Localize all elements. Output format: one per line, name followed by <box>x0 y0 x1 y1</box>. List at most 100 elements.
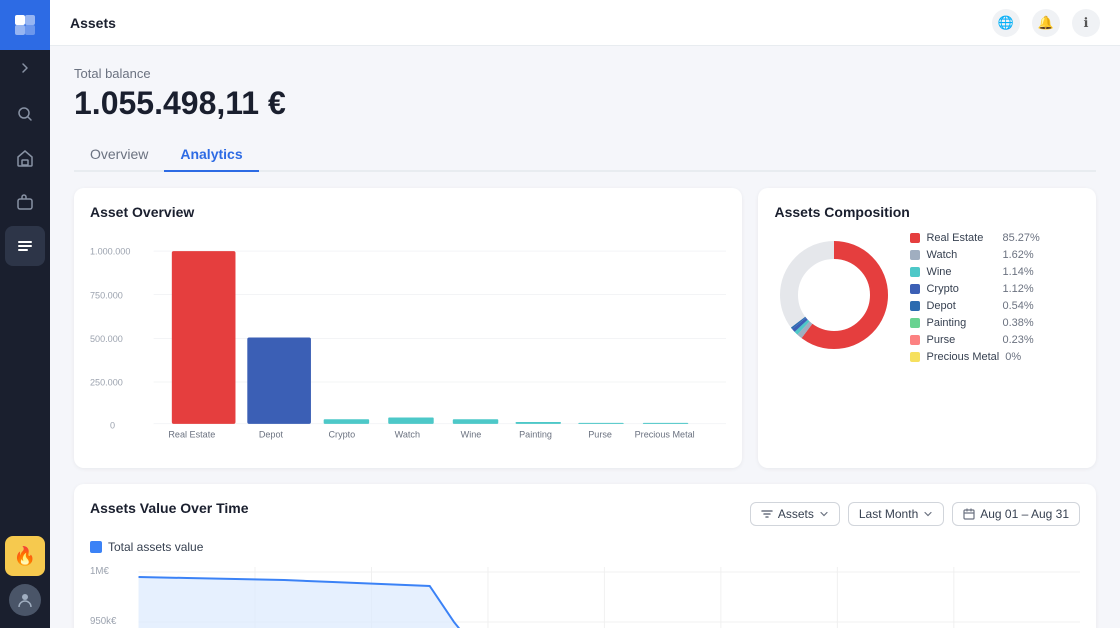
svg-text:250.000: 250.000 <box>90 378 123 388</box>
legend-label-depot: Depot <box>926 300 996 312</box>
date-range-label: Aug 01 – Aug 31 <box>980 507 1069 521</box>
legend-dot-watch <box>910 250 920 260</box>
svg-text:Watch: Watch <box>395 429 420 439</box>
legend-dot-crypto <box>910 284 920 294</box>
legend-pct-realestate: 85.27% <box>1002 232 1039 244</box>
svg-text:500.000: 500.000 <box>90 334 123 344</box>
legend-item-realestate: Real Estate 85.27% <box>910 232 1039 244</box>
legend-item-watch: Watch 1.62% <box>910 249 1039 261</box>
chevron-down-icon <box>819 509 829 519</box>
chart-legend: Total assets value <box>90 540 1080 554</box>
asset-overview-title: Asset Overview <box>90 204 726 220</box>
legend-item-precious-metal: Precious Metal 0% <box>910 351 1039 363</box>
svg-text:Wine: Wine <box>461 429 482 439</box>
legend-dot-painting <box>910 318 920 328</box>
donut-chart <box>774 235 894 360</box>
sidebar-bottom: 🔥 <box>5 536 45 628</box>
legend-item-depot: Depot 0.54% <box>910 300 1039 312</box>
legend-label-precious-metal: Precious Metal <box>926 351 999 363</box>
svg-text:1.000.000: 1.000.000 <box>90 247 130 257</box>
bar-chart-area: 1.000.000 750.000 500.000 250.000 0 <box>90 232 726 452</box>
page-title: Assets <box>70 15 116 31</box>
date-range-button[interactable]: Aug 01 – Aug 31 <box>952 502 1080 526</box>
sidebar-toggle[interactable] <box>0 50 50 86</box>
topbar: Assets 🌐 🔔 ℹ <box>50 0 1120 46</box>
svg-text:0: 0 <box>110 420 115 430</box>
legend-dot-purse <box>910 335 920 345</box>
legend-label-purse: Purse <box>926 334 996 346</box>
composition-title: Assets Composition <box>774 204 1080 220</box>
period-filter-button[interactable]: Last Month <box>848 502 944 526</box>
area-chart: 1M€ 950k€ 885k€ <box>90 562 1080 628</box>
legend-item-crypto: Crypto 1.12% <box>910 283 1039 295</box>
legend-dot-wine <box>910 267 920 277</box>
svg-text:950k€: 950k€ <box>90 616 117 627</box>
legend-label-wine: Wine <box>926 266 996 278</box>
svg-text:Real Estate: Real Estate <box>168 429 215 439</box>
legend-item-purse: Purse 0.23% <box>910 334 1039 346</box>
composition-legend: Real Estate 85.27% Watch 1.62% Wine 1.14… <box>910 232 1039 363</box>
legend-pct-crypto: 1.12% <box>1002 283 1033 295</box>
legend-pct-painting: 0.38% <box>1002 317 1033 329</box>
legend-pct-wine: 1.14% <box>1002 266 1033 278</box>
legend-item-wine: Wine 1.14% <box>910 266 1039 278</box>
info-icon[interactable]: ℹ <box>1072 9 1100 37</box>
legend-pct-precious-metal: 0% <box>1005 351 1021 363</box>
legend-pct-purse: 0.23% <box>1002 334 1033 346</box>
composition-card: Assets Composition <box>758 188 1096 468</box>
fire-badge[interactable]: 🔥 <box>5 536 45 576</box>
sidebar: 🔥 <box>0 0 50 628</box>
sidebar-item-search[interactable] <box>5 94 45 134</box>
period-chevron-icon <box>923 509 933 519</box>
tab-analytics[interactable]: Analytics <box>164 138 258 172</box>
assets-value-title: Assets Value Over Time <box>90 500 249 516</box>
legend-dot-depot <box>910 301 920 311</box>
svg-text:Crypto: Crypto <box>328 429 355 439</box>
content-area: Total balance 1.055.498,11 € Overview An… <box>50 46 1120 628</box>
main-content: Assets 🌐 🔔 ℹ Total balance 1.055.498,11 … <box>50 0 1120 628</box>
chart-legend-dot <box>90 541 102 553</box>
svg-text:Depot: Depot <box>259 429 284 439</box>
chart-legend-label: Total assets value <box>108 540 203 554</box>
svg-text:1M€: 1M€ <box>90 566 109 577</box>
time-controls: Assets Last Month <box>750 502 1080 526</box>
sidebar-item-home[interactable] <box>5 138 45 178</box>
svg-text:Painting: Painting <box>519 429 552 439</box>
legend-dot-precious-metal <box>910 352 920 362</box>
user-avatar[interactable] <box>9 584 41 616</box>
calendar-icon <box>963 508 975 520</box>
topbar-actions: 🌐 🔔 ℹ <box>992 9 1100 37</box>
tab-overview[interactable]: Overview <box>74 138 164 172</box>
globe-icon[interactable]: 🌐 <box>992 9 1020 37</box>
bar-chart-svg: 1.000.000 750.000 500.000 250.000 0 <box>90 232 726 452</box>
legend-item-painting: Painting 0.38% <box>910 317 1039 329</box>
svg-text:750.000: 750.000 <box>90 290 123 300</box>
legend-label-realestate: Real Estate <box>926 232 996 244</box>
period-label: Last Month <box>859 507 918 521</box>
sidebar-nav <box>5 86 45 536</box>
legend-label-watch: Watch <box>926 249 996 261</box>
composition-inner: Real Estate 85.27% Watch 1.62% Wine 1.14… <box>774 232 1080 363</box>
tab-bar: Overview Analytics <box>74 138 1096 172</box>
legend-label-crypto: Crypto <box>926 283 996 295</box>
sidebar-item-assets[interactable] <box>5 226 45 266</box>
legend-label-painting: Painting <box>926 317 996 329</box>
svg-text:Precious Metal: Precious Metal <box>635 429 695 439</box>
app-logo <box>0 0 50 50</box>
legend-pct-depot: 0.54% <box>1002 300 1033 312</box>
legend-dot-realestate <box>910 233 920 243</box>
svg-text:Purse: Purse <box>588 429 612 439</box>
assets-filter-button[interactable]: Assets <box>750 502 840 526</box>
assets-value-card: Assets Value Over Time Assets Last Month <box>74 484 1096 628</box>
balance-label: Total balance <box>74 66 1096 81</box>
legend-pct-watch: 1.62% <box>1002 249 1033 261</box>
filter-icon <box>761 508 773 520</box>
area-chart-svg: 1M€ 950k€ 885k€ <box>90 562 1080 628</box>
balance-value: 1.055.498,11 € <box>74 85 1096 122</box>
assets-value-header: Assets Value Over Time Assets Last Month <box>90 500 1080 528</box>
charts-row: Asset Overview 1.000.000 750.000 500.000… <box>74 188 1096 468</box>
sidebar-item-work[interactable] <box>5 182 45 222</box>
asset-overview-card: Asset Overview 1.000.000 750.000 500.000… <box>74 188 742 468</box>
assets-filter-label: Assets <box>778 507 814 521</box>
bell-icon[interactable]: 🔔 <box>1032 9 1060 37</box>
